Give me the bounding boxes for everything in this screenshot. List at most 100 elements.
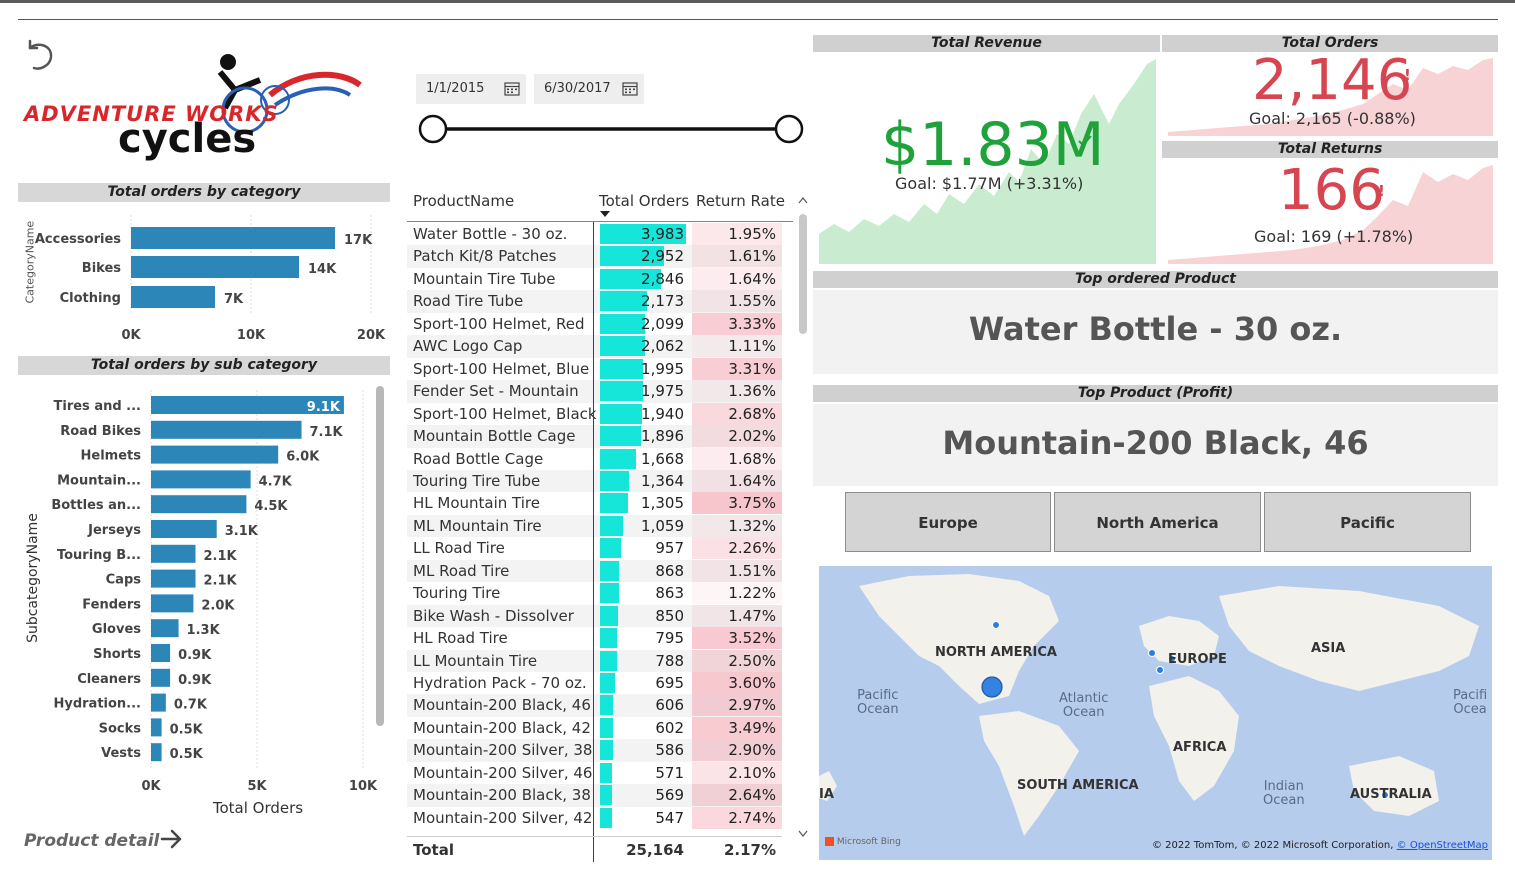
return-rate-cell: 1.64% bbox=[692, 469, 782, 492]
category-bar[interactable] bbox=[131, 286, 215, 308]
product-name-cell: Sport-100 Helmet, Blue bbox=[413, 359, 590, 378]
table-row[interactable]: Road Bottle Cage 1,668 1.68% bbox=[407, 447, 782, 470]
map-ocean-pacific-right: Pacifi Ocea bbox=[1453, 688, 1488, 717]
product-table: ProductName Total Orders Return Rate Wat… bbox=[407, 188, 808, 862]
calendar-icon[interactable] bbox=[622, 81, 638, 96]
table-row[interactable]: Patch Kit/8 Patches 2,952 1.61% bbox=[407, 245, 782, 268]
table-row[interactable]: Mountain-200 Black, 46 606 2.97% bbox=[407, 694, 782, 717]
top-ordered-card: Water Bottle - 30 oz. bbox=[813, 290, 1498, 374]
subcategory-label: Bottles an... bbox=[51, 498, 141, 513]
product-detail-link[interactable]: Product detail bbox=[24, 831, 159, 851]
table-row[interactable]: AWC Logo Cap 2,062 1.11% bbox=[407, 335, 782, 358]
subcategory-bar[interactable] bbox=[151, 644, 171, 662]
return-rate-cell: 3.33% bbox=[692, 312, 782, 335]
return-rate-cell: 3.49% bbox=[692, 716, 782, 739]
sort-descending-icon[interactable] bbox=[600, 211, 610, 217]
subcategory-bar[interactable] bbox=[151, 668, 171, 687]
calendar-icon[interactable] bbox=[504, 81, 520, 96]
table-scroll-thumb[interactable] bbox=[799, 214, 807, 334]
table-row[interactable]: ML Road Tire 868 1.51% bbox=[407, 559, 782, 583]
subcategory-bar[interactable] bbox=[151, 594, 194, 613]
subcategory-label: Mountain... bbox=[57, 473, 141, 488]
table-row[interactable]: Fender Set - Mountain 1,975 1.36% bbox=[407, 380, 782, 403]
category-bar[interactable] bbox=[131, 227, 335, 249]
table-row[interactable]: Water Bottle - 30 oz. 3,983 1.95% bbox=[407, 223, 782, 246]
subcategory-bar[interactable] bbox=[151, 693, 166, 712]
total-orders-cell: 2,062 bbox=[641, 337, 684, 356]
subcategory-value-label: 4.5K bbox=[254, 499, 288, 514]
table-row[interactable]: Touring Tire 863 1.22% bbox=[407, 582, 782, 605]
map-point[interactable] bbox=[1148, 649, 1156, 657]
date-range-slider[interactable] bbox=[416, 112, 808, 146]
table-row[interactable]: Hydration Pack - 70 oz. 695 3.60% bbox=[407, 672, 782, 695]
table-row[interactable]: Mountain-200 Silver, 42 547 2.74% bbox=[407, 806, 782, 830]
subcategory-scroll-thumb[interactable] bbox=[376, 386, 384, 726]
header-divider bbox=[18, 19, 1498, 20]
category-bar[interactable] bbox=[131, 256, 299, 278]
table-row[interactable]: Mountain-200 Black, 42 602 3.49% bbox=[407, 716, 782, 740]
table-row[interactable]: Sport-100 Helmet, Red 2,099 3.33% bbox=[407, 312, 782, 336]
scroll-down-icon[interactable] bbox=[798, 830, 808, 838]
region-button-europe[interactable]: Europe bbox=[845, 492, 1051, 552]
arrow-right-icon[interactable] bbox=[160, 828, 184, 850]
table-scrollbar[interactable] bbox=[797, 188, 809, 848]
slider-end-handle[interactable] bbox=[774, 114, 804, 144]
subcategory-bar[interactable] bbox=[151, 718, 162, 737]
total-orders-cell: 2,952 bbox=[641, 247, 684, 266]
start-date-input[interactable]: 1/1/2015 bbox=[416, 74, 526, 104]
subcategory-bar[interactable] bbox=[151, 520, 217, 538]
subcategory-value-label: 0.5K bbox=[170, 747, 204, 762]
subcategory-bar[interactable] bbox=[151, 420, 302, 439]
category-value-label: 14K bbox=[308, 262, 337, 277]
region-button-pacific[interactable]: Pacific bbox=[1264, 492, 1471, 552]
subcategory-bar[interactable] bbox=[151, 544, 196, 563]
table-row[interactable]: Road Tire Tube 2,173 1.55% bbox=[407, 290, 782, 313]
category-x-tick: 20K bbox=[357, 328, 386, 343]
subcategory-bar[interactable] bbox=[151, 619, 179, 638]
slider-start-handle[interactable] bbox=[418, 114, 448, 144]
header-return-rate[interactable]: Return Rate bbox=[696, 192, 785, 210]
region-button-north-america[interactable]: North America bbox=[1054, 492, 1261, 552]
openstreetmap-link[interactable]: © OpenStreetMap bbox=[1397, 840, 1488, 851]
table-row[interactable]: Bike Wash - Dissolver 850 1.47% bbox=[407, 604, 782, 628]
map-point[interactable] bbox=[992, 621, 1000, 629]
map-point[interactable] bbox=[1156, 666, 1164, 674]
header-total-orders[interactable]: Total Orders bbox=[599, 192, 689, 210]
category-axis-title: CategoryName bbox=[23, 220, 37, 304]
table-row[interactable]: Touring Tire Tube 1,364 1.64% bbox=[407, 469, 782, 493]
table-row[interactable]: Mountain-200 Silver, 46 571 2.10% bbox=[407, 761, 782, 785]
return-rate-cell: 1.22% bbox=[692, 582, 782, 605]
table-row[interactable]: LL Mountain Tire 788 2.50% bbox=[407, 649, 782, 673]
subcategory-bar[interactable] bbox=[151, 470, 251, 489]
table-row[interactable]: LL Road Tire 957 2.26% bbox=[407, 537, 782, 560]
total-orders-cell: 850 bbox=[655, 606, 684, 625]
table-row[interactable]: ML Mountain Tire 1,059 1.32% bbox=[407, 514, 782, 538]
product-name-cell: Hydration Pack - 70 oz. bbox=[413, 674, 587, 692]
category-chart-title: Total orders by category bbox=[18, 183, 390, 202]
end-date-value: 6/30/2017 bbox=[544, 81, 611, 96]
return-rate-cell: 1.11% bbox=[692, 335, 782, 358]
subcategory-bar[interactable] bbox=[151, 569, 196, 588]
world-map[interactable]: NORTH AMERICA EUROPE ASIA AFRICA SOUTH A… bbox=[819, 566, 1492, 860]
table-row[interactable]: Mountain Bottle Cage 1,896 2.02% bbox=[407, 425, 782, 448]
table-row[interactable]: Sport-100 Helmet, Black 1,940 2.68% bbox=[407, 402, 782, 426]
orders-value: 2,146 bbox=[1252, 48, 1413, 113]
subcategory-bar[interactable] bbox=[151, 445, 279, 464]
table-row[interactable]: Mountain Tire Tube 2,846 1.64% bbox=[407, 267, 782, 291]
map-point[interactable] bbox=[981, 676, 1003, 698]
table-row[interactable]: Mountain-200 Silver, 38 586 2.90% bbox=[407, 739, 782, 762]
subcategory-bar[interactable] bbox=[151, 495, 247, 514]
scroll-up-icon[interactable] bbox=[798, 196, 808, 204]
table-row[interactable]: Mountain-200 Black, 38 569 2.64% bbox=[407, 784, 782, 807]
header-product-name[interactable]: ProductName bbox=[413, 192, 514, 210]
subcategory-scrollbar[interactable] bbox=[376, 386, 384, 726]
subcategory-bar[interactable] bbox=[151, 743, 162, 762]
subcategory-value-label: 0.7K bbox=[174, 698, 208, 713]
end-date-input[interactable]: 6/30/2017 bbox=[534, 74, 644, 104]
subcategory-label: Vests bbox=[101, 746, 141, 761]
table-row[interactable]: Sport-100 Helmet, Blue 1,995 3.31% bbox=[407, 357, 782, 381]
category-value-label: 7K bbox=[224, 292, 244, 307]
table-row[interactable]: HL Mountain Tire 1,305 3.75% bbox=[407, 492, 782, 515]
table-row[interactable]: HL Road Tire 795 3.52% bbox=[407, 627, 782, 650]
total-orders-cell: 1,059 bbox=[641, 516, 684, 535]
